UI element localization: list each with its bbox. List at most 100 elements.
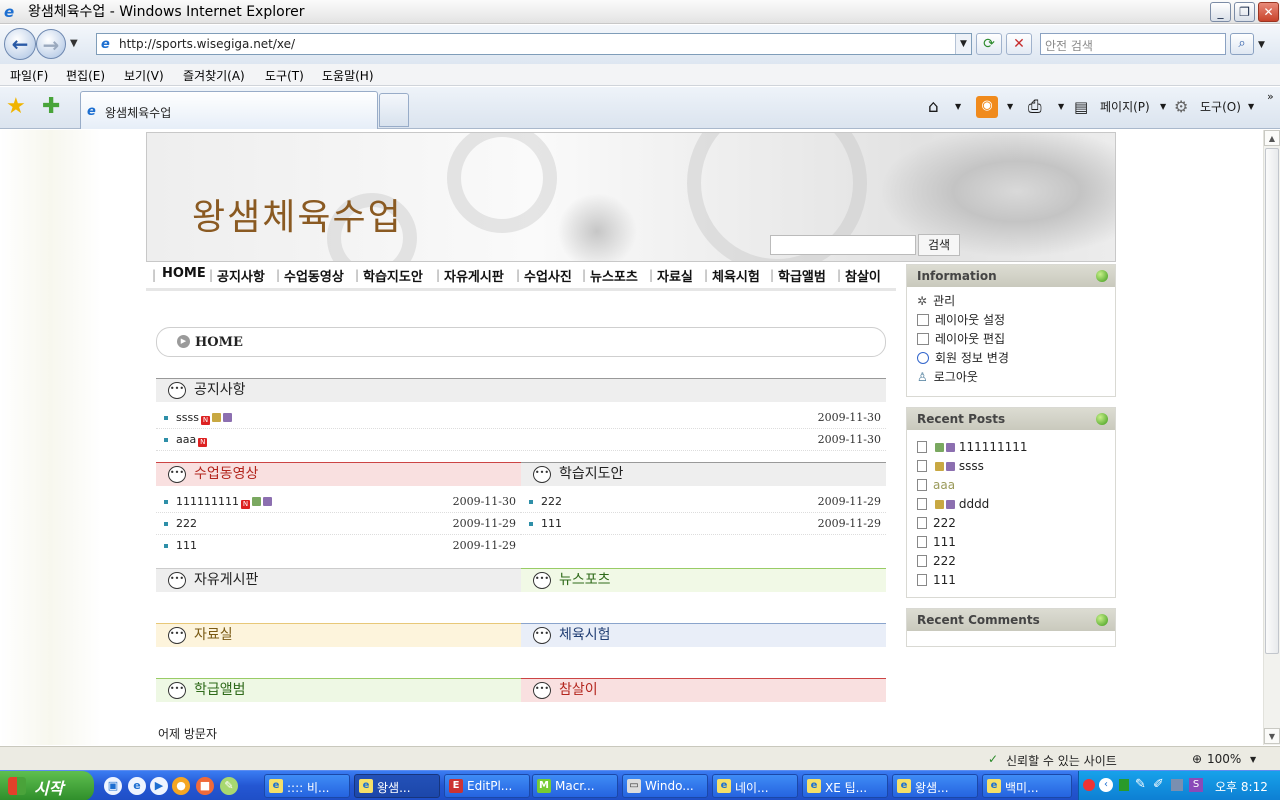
taskbar-item[interactable]: E EditPl... [444, 774, 530, 798]
page-menu-button[interactable]: 페이지(P) [1100, 97, 1150, 117]
close-button[interactable]: ✕ [1258, 2, 1279, 22]
recent-post-item[interactable]: 222 [917, 552, 956, 571]
zoom-level[interactable]: 100% [1207, 752, 1241, 766]
section-notice-title[interactable]: 공지사항 [194, 379, 246, 401]
sidebar-item-layout-edit[interactable]: 레이아웃 편집 [917, 330, 1005, 349]
menu-file[interactable]: 파일(F) [10, 67, 48, 84]
taskbar-item[interactable]: e:::: 비... [264, 774, 350, 798]
tab-active[interactable]: e 왕샘체육수업 [80, 91, 378, 129]
tray-network-icon[interactable] [1119, 779, 1129, 791]
tray-monitor-icon[interactable] [1171, 779, 1183, 791]
recent-post-item[interactable]: 111 [917, 571, 956, 590]
search-icon[interactable]: ⌕ [1230, 33, 1254, 55]
tray-tool-icon[interactable]: ✎ [1135, 777, 1146, 792]
recent-post-item[interactable]: aaa [917, 476, 955, 495]
recent-post-item[interactable]: 222 [917, 514, 956, 533]
scroll-up-icon[interactable]: ▲ [1264, 130, 1280, 146]
section-free-title[interactable]: 자유게시판 [194, 569, 258, 591]
tray-arrow-icon[interactable]: ‹ [1099, 778, 1113, 792]
nav-notice[interactable]: 공지사항 [217, 266, 265, 285]
menu-favorites[interactable]: 즐겨찾기(A) [183, 67, 245, 84]
zoom-dropdown-icon[interactable]: ▼ [1250, 755, 1256, 764]
minimize-button[interactable]: _ [1210, 2, 1231, 22]
chevron-more-icon[interactable]: » [1267, 87, 1274, 107]
post-title[interactable]: aaa [176, 433, 196, 446]
nav-album[interactable]: 학급앨범 [778, 266, 826, 285]
list-item[interactable]: aaa N 2009-11-30 [156, 429, 886, 451]
site-search-input[interactable] [770, 235, 916, 255]
section-video-title[interactable]: 수업동영상 [194, 463, 258, 485]
tools-dropdown-icon[interactable]: ▼ [1248, 97, 1254, 117]
post-title[interactable]: ssss [176, 411, 199, 424]
favorites-star-icon[interactable]: ★ [6, 95, 26, 119]
scroll-thumb[interactable] [1265, 148, 1279, 654]
post-title[interactable]: 111 [541, 517, 562, 530]
rss-feed-icon[interactable]: ◉ [976, 96, 998, 118]
post-title[interactable]: 111111111 [176, 495, 239, 508]
nav-home[interactable]: HOME [162, 266, 206, 281]
section-data-title[interactable]: 자료실 [194, 624, 233, 646]
taskbar-item-active[interactable]: e 왕샘... [354, 774, 440, 798]
list-item[interactable]: 111111111 N 2009-11-30 [156, 491, 521, 513]
section-exam-title[interactable]: 체육시험 [559, 624, 611, 646]
quicklaunch-app2-icon[interactable]: ■ [196, 777, 214, 795]
quicklaunch-desktop-icon[interactable]: ▣ [104, 777, 122, 795]
maximize-button[interactable]: ❐ [1234, 2, 1255, 22]
sidebar-item-layout-settings[interactable]: 레이아웃 설정 [917, 311, 1005, 330]
recent-pages-dropdown-icon[interactable]: ▼ [70, 38, 78, 49]
sidebar-item-admin[interactable]: ✲ 관리 [917, 292, 955, 311]
add-favorite-icon[interactable]: ✚ [42, 95, 60, 119]
quicklaunch-app-icon[interactable]: ● [172, 777, 190, 795]
security-zone[interactable]: 신뢰할 수 있는 사이트 [1006, 752, 1117, 769]
nav-plan[interactable]: 학습지도안 [363, 266, 423, 285]
section-plan-title[interactable]: 학습지도안 [559, 463, 623, 485]
post-title[interactable]: 111 [176, 539, 197, 552]
list-item[interactable]: 111 2009-11-29 [521, 513, 886, 535]
back-button[interactable]: ← [4, 28, 36, 60]
menu-edit[interactable]: 편집(E) [66, 67, 105, 84]
menu-view[interactable]: 보기(V) [124, 67, 164, 84]
taskbar-item[interactable]: e 백미... [982, 774, 1072, 798]
menu-tools[interactable]: 도구(T) [265, 67, 304, 84]
nav-class-photo[interactable]: 수업사진 [524, 266, 572, 285]
taskbar-item[interactable]: e 왕샘... [892, 774, 978, 798]
rss-dropdown-icon[interactable]: ▼ [1007, 97, 1013, 117]
taskbar-item[interactable]: e 네이... [712, 774, 798, 798]
start-button[interactable]: 시작 [0, 771, 94, 800]
post-title[interactable]: 222 [541, 495, 562, 508]
menu-help[interactable]: 도움말(H) [322, 67, 374, 84]
nav-exam[interactable]: 체육시험 [712, 266, 760, 285]
taskbar-item[interactable]: e XE 팁... [802, 774, 888, 798]
address-dropdown-icon[interactable]: ▼ [955, 34, 971, 54]
list-item[interactable]: 111 2009-11-29 [156, 535, 521, 557]
nav-video[interactable]: 수업동영상 [284, 266, 344, 285]
taskbar-item[interactable]: M Macr... [532, 774, 618, 798]
home-dropdown-icon[interactable]: ▼ [955, 97, 961, 117]
recent-post-item[interactable]: dddd [917, 495, 989, 514]
forward-button[interactable]: → [36, 29, 66, 59]
stop-button[interactable]: ✕ [1006, 33, 1032, 55]
quicklaunch-pen-icon[interactable]: ✎ [220, 777, 238, 795]
tray-pen-icon[interactable]: ✐ [1153, 777, 1164, 792]
tools-menu-button[interactable]: 도구(O) [1200, 97, 1241, 117]
address-input[interactable]: e http://sports.wisegiga.net/xe/ ▼ [96, 33, 972, 55]
section-album-title[interactable]: 학급앨범 [194, 679, 246, 701]
search-options-dropdown-icon[interactable]: ▼ [1258, 40, 1265, 50]
page-dropdown-icon[interactable]: ▼ [1160, 97, 1166, 117]
list-item[interactable]: 222 2009-11-29 [521, 491, 886, 513]
recent-post-item[interactable]: 111 [917, 533, 956, 552]
sidebar-item-member-info[interactable]: 회원 정보 변경 [917, 349, 1009, 368]
nav-free-board[interactable]: 자유게시판 [444, 266, 504, 285]
quicklaunch-ie-icon[interactable]: e [128, 777, 146, 795]
taskbar-item[interactable]: ▭ Windo... [622, 774, 708, 798]
sidebar-item-logout[interactable]: ♙ 로그아웃 [917, 368, 978, 387]
tray-app-icon[interactable] [1083, 779, 1095, 791]
nav-newsports[interactable]: 뉴스포츠 [590, 266, 638, 285]
list-item[interactable]: ssss N 2009-11-30 [156, 407, 886, 429]
recent-post-item[interactable]: ssss [917, 457, 984, 476]
list-item[interactable]: 222 2009-11-29 [156, 513, 521, 535]
print-dropdown-icon[interactable]: ▼ [1058, 97, 1064, 117]
scroll-down-icon[interactable]: ▼ [1264, 728, 1280, 744]
recent-post-item[interactable]: 111111111 [917, 438, 1028, 457]
nav-data[interactable]: 자료실 [657, 266, 693, 285]
